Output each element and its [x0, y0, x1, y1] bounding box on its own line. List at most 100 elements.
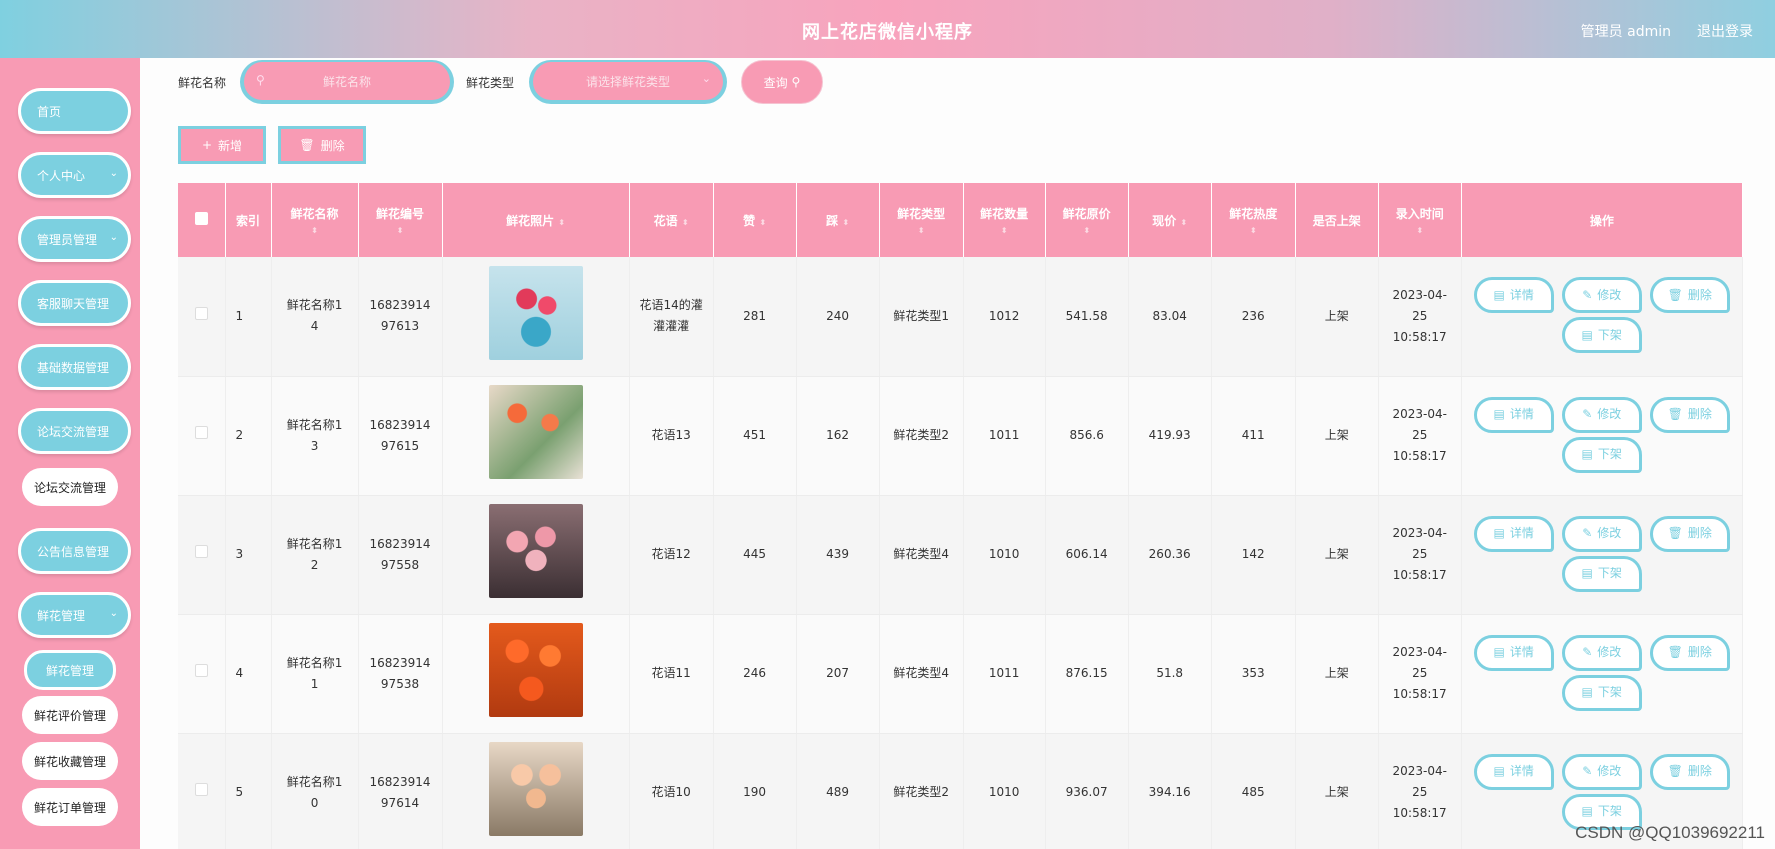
- cell-price: 260.36: [1128, 495, 1212, 615]
- flower-type-select[interactable]: 请选择鲜花类型 ⌄: [529, 60, 727, 104]
- edit-button[interactable]: ✎ 修改: [1561, 753, 1642, 790]
- trash-icon: 🗑: [1667, 764, 1683, 778]
- cell-heat: 485: [1211, 733, 1296, 849]
- action-label: 修改: [1597, 287, 1622, 302]
- col-header-label: 鲜花原价: [1062, 207, 1111, 221]
- row-delete-button[interactable]: 🗑 删除: [1649, 753, 1730, 790]
- row-checkbox[interactable]: [194, 545, 208, 558]
- action-label: 详情: [1509, 645, 1534, 659]
- col-header[interactable]: 现价 ⬍: [1128, 183, 1212, 257]
- cell-dislike: 162: [796, 376, 880, 496]
- detail-button[interactable]: ▤ 详情: [1473, 277, 1554, 313]
- row-delete-button[interactable]: 🗑 删除: [1649, 396, 1730, 433]
- row-delete-button[interactable]: 🗑 删除: [1649, 515, 1730, 552]
- detail-button[interactable]: ▤ 详情: [1473, 753, 1554, 790]
- pencil-icon: ✎: [1582, 287, 1593, 302]
- flower-type-label: 鲜花类型: [466, 76, 515, 90]
- col-header-label: 踩: [826, 213, 839, 228]
- cell-orig: 936.07: [1045, 733, 1129, 849]
- cell-qty: 1010: [963, 733, 1046, 849]
- edit-button[interactable]: ✎ 修改: [1561, 634, 1642, 671]
- query-button[interactable]: 查询 ⚲: [741, 60, 823, 104]
- flower-photo[interactable]: [488, 742, 583, 836]
- col-header[interactable]: 鲜花编号 ⬍: [358, 183, 443, 257]
- row-checkbox[interactable]: [194, 426, 208, 439]
- submenu-flower-orders[interactable]: 鲜花订单管理: [22, 788, 118, 826]
- edit-button[interactable]: ✎ 修改: [1561, 396, 1642, 433]
- submenu-flower-reviews[interactable]: 鲜花评价管理: [22, 696, 118, 734]
- col-header-label: 现价: [1152, 213, 1177, 228]
- offshelf-button[interactable]: ▤ 下架: [1561, 555, 1642, 592]
- col-header[interactable]: 踩 ⬍: [796, 183, 880, 257]
- cell-type: 鲜花类型1: [879, 257, 964, 377]
- menu-personal-center[interactable]: 个人中心 ⌄: [18, 152, 131, 198]
- add-button[interactable]: + 新增: [178, 126, 266, 164]
- col-header[interactable]: 鲜花类型 ⬍: [879, 183, 964, 257]
- col-header[interactable]: 鲜花热度 ⬍: [1211, 183, 1296, 257]
- cell-operations: ▤ 详情 ✎ 修改 🗑 删除 ▤ 下架: [1461, 614, 1744, 734]
- edit-button[interactable]: ✎ 修改: [1561, 515, 1642, 552]
- cell-like: 445: [713, 495, 797, 615]
- edit-button[interactable]: ✎ 修改: [1561, 277, 1642, 313]
- flower-photo[interactable]: [488, 385, 583, 479]
- offshelf-button[interactable]: ▤ 下架: [1561, 674, 1642, 711]
- flower-photo[interactable]: [488, 265, 583, 360]
- cell-type: 鲜花类型2: [879, 376, 964, 496]
- col-header[interactable]: 录入时间 ⬍: [1378, 183, 1462, 257]
- cell-price: 83.04: [1128, 257, 1212, 377]
- delete-label: 删除: [320, 138, 345, 153]
- select-all-checkbox[interactable]: [194, 212, 208, 225]
- flower-name-input[interactable]: ⚲ 鲜花名称: [240, 60, 454, 104]
- col-header[interactable]: 鲜花数量 ⬍: [963, 183, 1046, 257]
- action-label: 修改: [1597, 407, 1622, 421]
- cell-photo: [442, 376, 630, 496]
- menu-label: 客服聊天管理: [37, 296, 110, 311]
- cell-index: 4: [225, 614, 272, 734]
- menu-basic-data[interactable]: 基础数据管理: [18, 344, 131, 390]
- menu-forum[interactable]: 论坛交流管理: [18, 408, 131, 454]
- trash-icon: 🗑: [1667, 407, 1683, 421]
- flower-photo[interactable]: [488, 504, 583, 598]
- document-icon: ▤: [1581, 804, 1593, 818]
- cell-orig: 606.14: [1045, 495, 1129, 615]
- logout-link[interactable]: 退出登录: [1697, 21, 1753, 41]
- submenu-forum-management[interactable]: 论坛交流管理: [22, 468, 118, 506]
- document-icon: ▤: [1581, 685, 1593, 699]
- col-header[interactable]: 鲜花原价 ⬍: [1045, 183, 1129, 257]
- detail-button[interactable]: ▤ 详情: [1473, 515, 1554, 552]
- flower-name-label: 鲜花名称: [178, 76, 227, 90]
- col-header[interactable]: 花语 ⬍: [629, 183, 714, 257]
- action-label: 详情: [1509, 287, 1534, 302]
- submenu-flower-favorites[interactable]: 鲜花收藏管理: [22, 742, 118, 780]
- row-delete-button[interactable]: 🗑 删除: [1649, 634, 1730, 671]
- row-delete-button[interactable]: 🗑 删除: [1649, 277, 1730, 313]
- flower-photo[interactable]: [488, 623, 583, 717]
- submenu-flower-management[interactable]: 鲜花管理: [24, 650, 116, 690]
- cell-name: 鲜花名称11: [271, 614, 359, 734]
- menu-admin-management[interactable]: 管理员管理 ⌄: [18, 216, 131, 262]
- document-icon: ▤: [1493, 407, 1505, 421]
- col-header[interactable]: 鲜花名称 ⬍: [271, 183, 359, 257]
- col-header[interactable]: 赞 ⬍: [713, 183, 797, 257]
- menu-announcement[interactable]: 公告信息管理: [18, 528, 131, 574]
- row-checkbox[interactable]: [194, 783, 208, 796]
- action-label: 删除: [1687, 645, 1712, 659]
- row-actions: ▤ 详情 ✎ 修改 🗑 删除 ▤ 下架: [1462, 257, 1742, 376]
- row-checkbox[interactable]: [194, 306, 208, 320]
- menu-service-chat[interactable]: 客服聊天管理: [18, 280, 131, 326]
- menu-home[interactable]: 首页: [18, 88, 131, 134]
- cell-qty: 1010: [963, 495, 1046, 615]
- col-header-label: 鲜花类型: [897, 207, 946, 221]
- menu-flower[interactable]: 鲜花管理 ⌄: [18, 592, 131, 638]
- cell-index: 2: [225, 376, 272, 496]
- delete-button[interactable]: 🗑 删除: [278, 126, 366, 164]
- cell-heat: 236: [1211, 257, 1296, 377]
- row-checkbox[interactable]: [194, 664, 208, 677]
- detail-button[interactable]: ▤ 详情: [1473, 634, 1554, 671]
- col-header[interactable]: 鲜花照片 ⬍: [442, 183, 630, 257]
- offshelf-button[interactable]: ▤ 下架: [1561, 436, 1642, 473]
- pencil-icon: ✎: [1582, 526, 1593, 540]
- detail-button[interactable]: ▤ 详情: [1473, 396, 1554, 433]
- action-label: 删除: [1687, 526, 1712, 540]
- offshelf-button[interactable]: ▤ 下架: [1561, 317, 1642, 353]
